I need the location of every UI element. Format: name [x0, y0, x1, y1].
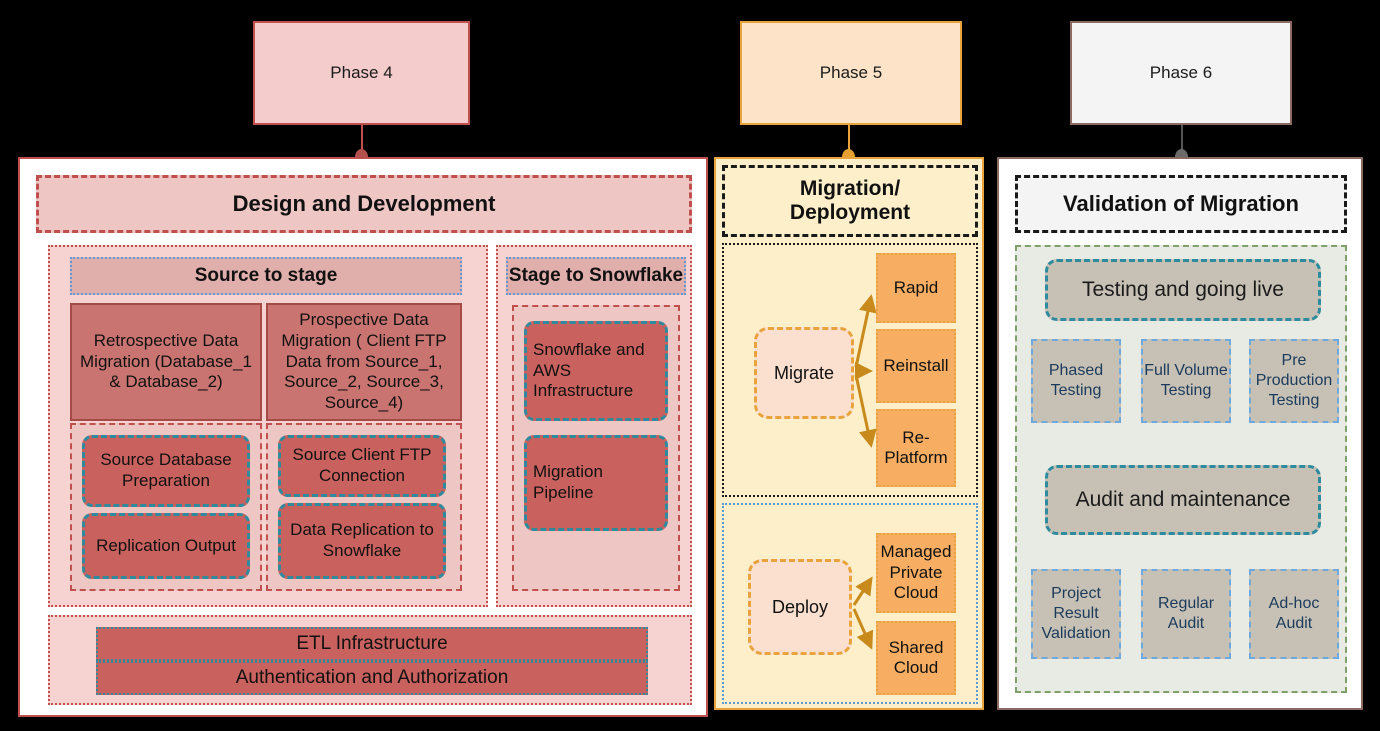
source-to-stage-region: Source to stage Retrospective Data Migra… [48, 245, 488, 607]
prospective-data-migration-card[interactable]: Prospective Data Migration ( Client FTP … [266, 303, 462, 421]
infrastructure-region: ETL Infrastructure Authentication and Au… [48, 615, 692, 705]
reinstall-card[interactable]: Reinstall [876, 329, 956, 403]
migration-deployment-title: Migration/ Deployment [722, 165, 978, 237]
etl-infrastructure-bar[interactable]: ETL Infrastructure [96, 627, 648, 661]
phase-4-header-box[interactable]: Phase 4 [253, 21, 470, 125]
data-replication-to-snowflake-card[interactable]: Data Replication to Snowflake [278, 503, 446, 579]
migration-pipeline-card[interactable]: Migration Pipeline [524, 435, 668, 531]
regular-audit-card[interactable]: Regular Audit [1141, 569, 1231, 659]
phase-5-container: Migration/ Deployment Migrate Rapid Rein… [714, 157, 984, 710]
diagram-canvas: Phase 4 Phase 5 Phase 6 Design and Devel… [0, 0, 1380, 731]
phase-6-label: Phase 6 [1149, 63, 1213, 82]
snowflake-and-aws-infrastructure-card[interactable]: Snowflake and AWS Infrastructure [524, 321, 668, 421]
stage-to-snowflake-region: Stage to Snowflake Snowflake and AWS Inf… [496, 245, 692, 607]
source-database-preparation-card[interactable]: Source Database Preparation [82, 435, 250, 507]
validation-of-migration-title: Validation of Migration [1015, 175, 1347, 233]
client-ftp-group: Source Client FTP Connection Data Replic… [266, 423, 462, 591]
migrate-region: Migrate Rapid Reinstall Re-Platform [722, 243, 978, 497]
deploy-region: Deploy Managed Private Cloud Shared Clou… [722, 503, 978, 704]
migration-title-line-1: Migration/ [799, 177, 901, 201]
design-and-development-title: Design and Development [36, 175, 692, 233]
phase-6-header-box[interactable]: Phase 6 [1070, 21, 1292, 125]
phase-4-container: Design and Development Source to stage R… [18, 157, 708, 717]
replication-output-card[interactable]: Replication Output [82, 513, 250, 579]
project-result-validation-card[interactable]: Project Result Validation [1031, 569, 1121, 659]
stage-to-snowflake-group: Snowflake and AWS Infrastructure Migrati… [512, 305, 680, 591]
phase-4-label: Phase 4 [330, 63, 393, 82]
deploy-node[interactable]: Deploy [748, 559, 852, 655]
authentication-and-authorization-bar[interactable]: Authentication and Authorization [96, 661, 648, 695]
ad-hoc-audit-card[interactable]: Ad-hoc Audit [1249, 569, 1339, 659]
retrospective-data-migration-card[interactable]: Retrospective Data Migration (Database_1… [70, 303, 262, 421]
migrate-node[interactable]: Migrate [754, 327, 854, 419]
managed-private-cloud-card[interactable]: Managed Private Cloud [876, 533, 956, 613]
source-to-stage-heading: Source to stage [70, 257, 462, 295]
re-platform-card[interactable]: Re-Platform [876, 409, 956, 487]
stage-to-snowflake-heading: Stage to Snowflake [506, 257, 686, 295]
phase-6-container: Validation of Migration Testing and goin… [997, 157, 1363, 710]
design-and-development-label: Design and Development [232, 191, 496, 216]
pre-production-testing-card[interactable]: Pre Production Testing [1249, 339, 1339, 423]
phased-testing-card[interactable]: Phased Testing [1031, 339, 1121, 423]
testing-and-going-live-card[interactable]: Testing and going live [1045, 259, 1321, 321]
validation-title-label: Validation of Migration [1063, 191, 1299, 216]
validation-region: Testing and going live Phased Testing Fu… [1015, 245, 1347, 693]
audit-and-maintenance-card[interactable]: Audit and maintenance [1045, 465, 1321, 535]
source-db-group: Source Database Preparation Replication … [70, 423, 262, 591]
shared-cloud-card[interactable]: Shared Cloud [876, 621, 956, 695]
source-client-ftp-connection-card[interactable]: Source Client FTP Connection [278, 435, 446, 497]
migration-title-line-2: Deployment [789, 201, 911, 224]
phase-5-label: Phase 5 [819, 63, 883, 82]
rapid-card[interactable]: Rapid [876, 253, 956, 323]
full-volume-testing-card[interactable]: Full Volume Testing [1141, 339, 1231, 423]
phase-5-header-box[interactable]: Phase 5 [740, 21, 962, 125]
